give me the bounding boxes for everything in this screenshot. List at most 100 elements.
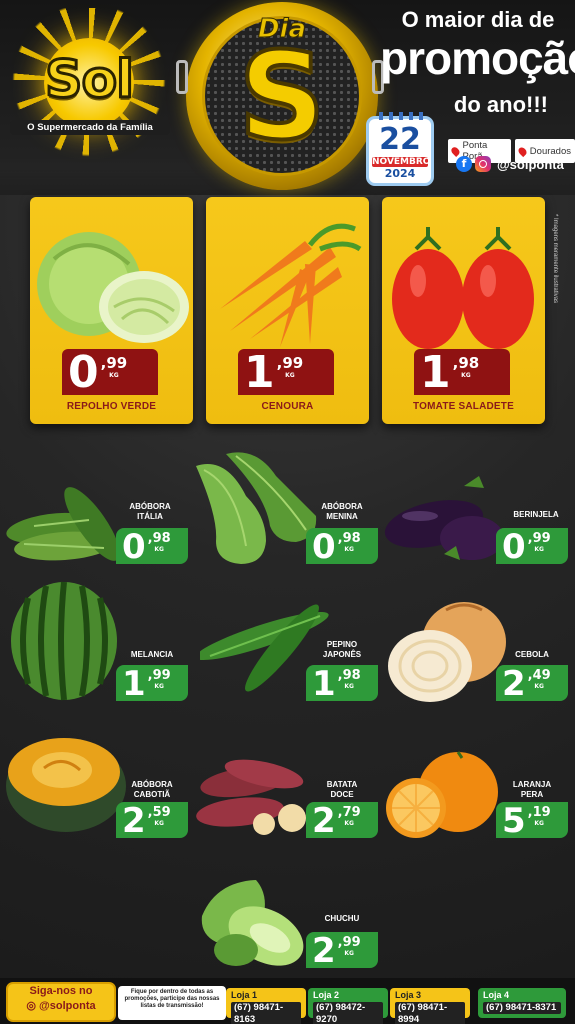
brand-name: Sol xyxy=(44,49,136,112)
price-tag: 0 ,98 KG xyxy=(116,527,188,567)
price-cents: ,99 xyxy=(100,354,128,372)
price-cents: ,79 xyxy=(337,805,361,820)
store-4-contact[interactable]: Loja 4 (67) 98471-8371 xyxy=(478,988,566,1018)
badge-handle-left xyxy=(176,60,188,94)
price-unit: KG xyxy=(344,820,354,827)
product-name: CHUCHU xyxy=(324,914,360,923)
price-tag: 2 ,49 KG xyxy=(496,664,568,704)
map-pin-icon xyxy=(516,145,528,157)
store-label: Loja 4 xyxy=(483,990,510,1000)
pumpkin-image xyxy=(6,738,126,832)
headline-line-3: do ano!!! xyxy=(453,92,548,117)
price-integer: 2 xyxy=(122,801,146,841)
date-year: 2024 xyxy=(384,167,416,180)
cabbage-image xyxy=(37,232,189,343)
price-tag: 1 ,99 KG xyxy=(238,349,334,395)
price-tag: 2 ,79 KG xyxy=(306,801,378,841)
price-unit: KG xyxy=(154,683,164,690)
price-unit: KG xyxy=(109,372,119,379)
price-cents: ,99 xyxy=(337,935,361,950)
price-unit: KG xyxy=(344,546,354,553)
price-tag: 0 ,99 KG xyxy=(62,349,158,395)
product-name: ABÓBORA MENINA xyxy=(321,502,363,521)
product-name: CENOURA xyxy=(261,401,314,412)
chayote-image xyxy=(201,880,304,966)
price-integer: 5 xyxy=(502,801,526,841)
price-cents: ,99 xyxy=(147,668,171,683)
price-integer: 2 xyxy=(312,931,336,971)
carrot-image xyxy=(220,223,362,347)
store-phone[interactable]: (67) 98471-8371 xyxy=(483,1002,561,1014)
sweet-potato-image xyxy=(196,759,306,835)
follow-us-box[interactable]: Siga-nos no ◎ @solponta xyxy=(6,982,116,1022)
eggplant-image xyxy=(384,476,504,560)
product-name: PEPINO JAPONÊS xyxy=(322,640,362,659)
price-tag: 1 ,98 KG xyxy=(306,664,378,704)
price-tag: 1 ,99 KG xyxy=(116,664,188,704)
instagram-icon[interactable] xyxy=(475,156,491,172)
price-tag: 5 ,19 KG xyxy=(496,801,568,841)
watermelon-image xyxy=(11,581,117,701)
price-cents: ,99 xyxy=(276,354,304,372)
price-unit: KG xyxy=(534,683,544,690)
price-unit: KG xyxy=(534,820,544,827)
price-tag: 1 ,98 KG xyxy=(414,349,510,395)
store-3-contact[interactable]: Loja 3 (67) 98471-8994 xyxy=(390,988,470,1024)
store-label: Loja 1 xyxy=(231,990,258,1000)
store-label: Loja 3 xyxy=(395,990,422,1000)
price-cents: ,59 xyxy=(147,805,171,820)
social-links: f @solponta xyxy=(456,156,564,172)
price-unit: KG xyxy=(534,546,544,553)
date-month: NOVEMBRO xyxy=(372,157,431,167)
price-unit: KG xyxy=(344,950,354,957)
price-cents: ,98 xyxy=(147,531,171,546)
product-name: TOMATE SALADETE xyxy=(413,401,514,412)
store-2-contact[interactable]: Loja 2 (67) 98472-9270 xyxy=(308,988,388,1024)
price-integer: 2 xyxy=(312,801,336,841)
brand-tagline: O Supermercado da Família xyxy=(10,120,170,135)
store-phone[interactable]: (67) 98472-9270 xyxy=(313,1002,383,1024)
store-label: Loja 2 xyxy=(313,990,340,1000)
dia-s-badge: Dia S xyxy=(186,2,378,190)
price-tag: 0 ,98 KG xyxy=(306,527,378,567)
price-cents: ,98 xyxy=(337,531,361,546)
price-integer: 2 xyxy=(502,664,526,704)
product-name: BATATA DOCE xyxy=(326,780,358,799)
product-name: MELANCIA xyxy=(130,650,174,659)
price-unit: KG xyxy=(154,546,164,553)
price-integer: 0 xyxy=(122,527,146,567)
store-phone[interactable]: (67) 98471-8163 xyxy=(231,1002,301,1024)
price-cents: ,98 xyxy=(452,354,480,372)
social-handle[interactable]: @solponta xyxy=(497,157,564,172)
headline-line-1: O maior dia de xyxy=(401,7,555,32)
product-name: ABÓBORA CABOTIÃ xyxy=(131,780,173,799)
disclaimer: * Imagens meramente ilustrativas xyxy=(552,214,558,304)
instagram-icon: ◎ xyxy=(26,1000,40,1012)
featured-card-repolho: 0 ,99 KG REPOLHO VERDE xyxy=(30,197,193,424)
price-integer: 1 xyxy=(420,347,451,398)
price-integer: 0 xyxy=(312,527,336,567)
price-cents: ,49 xyxy=(527,668,551,683)
price-unit: KG xyxy=(461,372,471,379)
price-tag: 2 ,59 KG xyxy=(116,801,188,841)
price-integer: 0 xyxy=(502,527,526,567)
price-cents: ,98 xyxy=(337,668,361,683)
price-tag: 2 ,99 KG xyxy=(306,931,378,971)
follow-handle[interactable]: @solponta xyxy=(39,1000,96,1012)
price-integer: 1 xyxy=(122,664,146,704)
onion-image xyxy=(388,602,506,702)
facebook-icon[interactable]: f xyxy=(456,156,472,172)
price-cents: ,99 xyxy=(527,531,551,546)
calendar-date: 22 NOVEMBRO 2024 xyxy=(366,112,434,186)
product-name: CEBOLA xyxy=(515,650,549,659)
price-tag: 0 ,99 KG xyxy=(496,527,568,567)
featured-card-tomate: 1 ,98 KG TOMATE SALADETE xyxy=(382,197,545,424)
orange-image xyxy=(386,751,498,838)
price-integer: 0 xyxy=(68,347,99,398)
price-integer: 1 xyxy=(312,664,336,704)
store-1-contact[interactable]: Loja 1 (67) 98471-8163 xyxy=(226,988,306,1024)
follow-label: Siga-nos no xyxy=(29,985,93,997)
price-integer: 1 xyxy=(244,347,275,398)
product-name: LARANJA PERA xyxy=(512,780,552,799)
store-phone[interactable]: (67) 98471-8994 xyxy=(395,1002,465,1024)
